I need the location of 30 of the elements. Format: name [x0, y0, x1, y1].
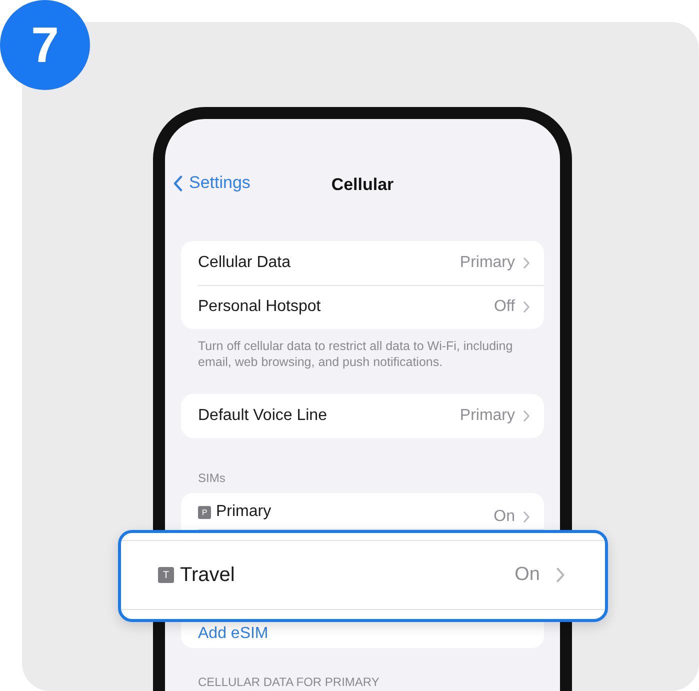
settings-row[interactable]: Cellular Data Primary [181, 241, 544, 285]
chevron-icon [523, 257, 530, 269]
screen-title: Cellular [330, 175, 395, 195]
section-header: SIMs [197, 470, 226, 486]
settings-row[interactable]: Default Voice Line Primary [181, 394, 544, 438]
row-value: Primary [460, 254, 515, 272]
chevron-icon [556, 567, 565, 583]
chevron-icon [523, 410, 530, 422]
settings-row[interactable]: Personal Hotspot Off [181, 285, 544, 329]
chevron-icon [523, 511, 530, 523]
back-button[interactable]: Settings [173, 173, 250, 193]
sim-label-icon: T [158, 567, 174, 583]
row-label: Primary [216, 503, 272, 521]
row-value: On [494, 509, 515, 525]
back-chevron-icon [173, 174, 183, 192]
row-value: Primary [460, 407, 515, 425]
section-footer: Turn off cellular data to restrict all data to Wi-Fi, including email, web browsing, and push notifications. [181, 329, 544, 370]
row-value: On [514, 567, 540, 583]
row-label: Personal Hotspot [198, 298, 322, 316]
settings-row[interactable]: T Travel On [121, 541, 605, 609]
row-value: Off [494, 298, 515, 316]
settings-row[interactable]: P Primary On [181, 493, 544, 529]
row-label: Cellular Data [198, 254, 292, 272]
add-esim-link[interactable]: Add eSIM [198, 625, 268, 643]
row-label: Default Voice Line [198, 407, 328, 425]
sim-label-icon: P [198, 506, 211, 519]
step-number: 7 [0, 0, 90, 90]
section-header: CELLULAR DATA FOR PRIMARY [197, 674, 380, 690]
chevron-icon [523, 301, 530, 313]
row-label: Travel [180, 563, 236, 587]
